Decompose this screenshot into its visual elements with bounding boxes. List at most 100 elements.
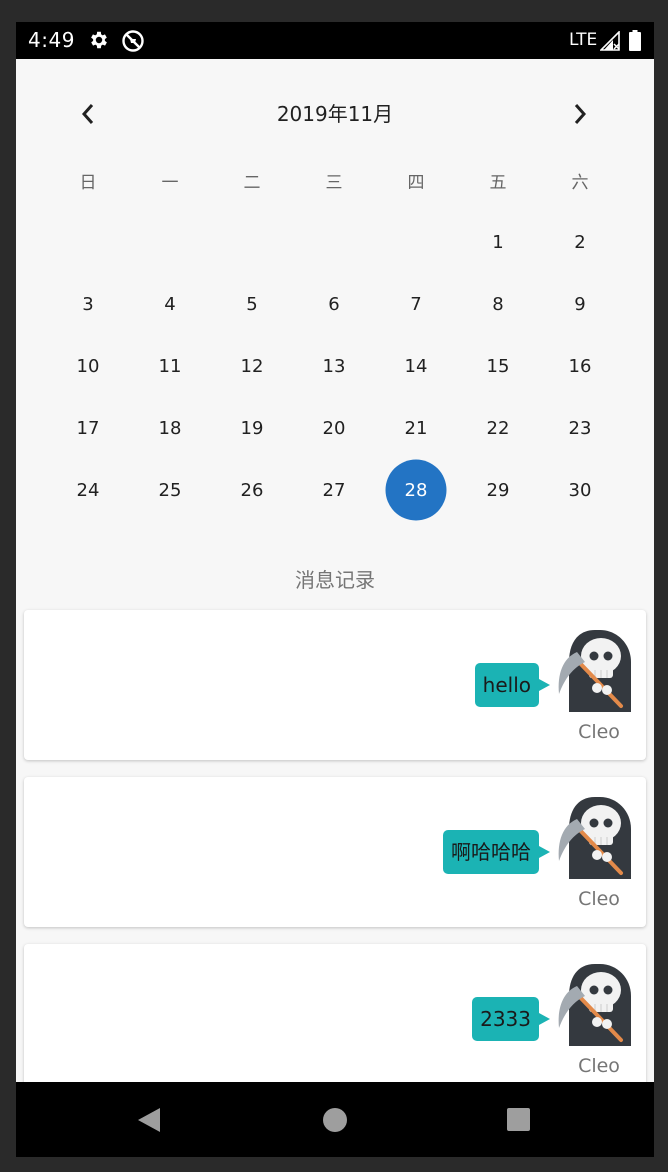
calendar-day-number: 21 bbox=[404, 417, 428, 439]
weekday-label: 日 bbox=[79, 173, 97, 193]
message-card[interactable]: 2333 Cleo bbox=[24, 944, 646, 1094]
calendar-day-number: 19 bbox=[240, 417, 264, 439]
calendar-day[interactable]: 8 bbox=[457, 273, 539, 335]
gear-icon bbox=[91, 31, 107, 49]
weekday-label: 五 bbox=[489, 173, 507, 193]
calendar-day-number: 15 bbox=[486, 355, 510, 377]
battery-icon bbox=[629, 30, 641, 51]
message-sender-name: Cleo bbox=[578, 1055, 620, 1077]
calendar-day-number: 25 bbox=[158, 479, 182, 501]
message-sender-name: Cleo bbox=[578, 888, 620, 910]
calendar-day-number: 28 bbox=[404, 479, 428, 501]
calendar-day[interactable]: 23 bbox=[539, 397, 621, 459]
calendar-day-number: 29 bbox=[486, 479, 510, 501]
next-month-button[interactable] bbox=[565, 99, 595, 129]
calendar-day-selected[interactable]: 28 bbox=[375, 459, 457, 521]
calendar-day-number: 13 bbox=[322, 355, 346, 377]
calendar-day[interactable]: 16 bbox=[539, 335, 621, 397]
weekday-label: 六 bbox=[571, 173, 589, 193]
calendar-day[interactable]: 15 bbox=[457, 335, 539, 397]
calendar-day-number: 11 bbox=[158, 355, 182, 377]
calendar-day-number: 10 bbox=[76, 355, 100, 377]
calendar-day[interactable]: 20 bbox=[293, 397, 375, 459]
calendar-blank-cell bbox=[375, 211, 457, 273]
calendar-day[interactable]: 11 bbox=[129, 335, 211, 397]
reaper-avatar-icon bbox=[558, 964, 631, 1046]
bubble-tail bbox=[539, 846, 550, 858]
calendar-day-number: 14 bbox=[404, 355, 428, 377]
calendar-day[interactable]: 2 bbox=[539, 211, 621, 273]
calendar-blank-cell bbox=[211, 211, 293, 273]
calendar-day[interactable]: 1 bbox=[457, 211, 539, 273]
calendar-day[interactable]: 4 bbox=[129, 273, 211, 335]
calendar-day[interactable]: 22 bbox=[457, 397, 539, 459]
calendar-day-number: 7 bbox=[410, 293, 422, 315]
dnd-icon bbox=[122, 30, 144, 52]
calendar-day-number: 20 bbox=[322, 417, 346, 439]
message-card[interactable]: hello Cleo bbox=[24, 610, 646, 760]
network-type: LTE bbox=[569, 30, 598, 50]
calendar-blank-cell bbox=[293, 211, 375, 273]
calendar-day-number: 6 bbox=[328, 293, 340, 315]
calendar-blank-cell bbox=[47, 211, 129, 273]
back-icon[interactable] bbox=[136, 1106, 162, 1134]
calendar-day[interactable]: 29 bbox=[457, 459, 539, 521]
message-list: hello Cleo 啊哈哈哈 Cleo 2333 Cleo bbox=[24, 610, 646, 1111]
calendar-day[interactable]: 13 bbox=[293, 335, 375, 397]
calendar-day[interactable]: 25 bbox=[129, 459, 211, 521]
calendar-day[interactable]: 9 bbox=[539, 273, 621, 335]
signal-icon bbox=[600, 31, 620, 51]
calendar-day-number: 22 bbox=[486, 417, 510, 439]
calendar-day[interactable]: 26 bbox=[211, 459, 293, 521]
status-bar: 4:49 LTE bbox=[16, 22, 654, 59]
calendar-day-number: 5 bbox=[246, 293, 258, 315]
calendar-day[interactable]: 12 bbox=[211, 335, 293, 397]
bubble-tail bbox=[539, 679, 550, 691]
reaper-avatar-icon bbox=[558, 797, 631, 879]
message-sender-name: Cleo bbox=[578, 721, 620, 743]
home-icon[interactable] bbox=[323, 1108, 347, 1132]
calendar-day-number: 12 bbox=[240, 355, 264, 377]
calendar-day[interactable]: 21 bbox=[375, 397, 457, 459]
calendar-grid: 1 2 3 4 5 6 7 8 9 10 11 12 13 14 15 16 17 18 19 20 21 22 23 24 2… bbox=[47, 211, 623, 521]
calendar: 2019年11月 日 一 二 三 四 五 六 1 2 3 4 5 6 7 8 9 10 11 12 13… bbox=[16, 59, 654, 549]
message-bubble: 啊哈哈哈 bbox=[443, 830, 539, 874]
calendar-day-number: 16 bbox=[568, 355, 592, 377]
bubble-tail bbox=[539, 1013, 550, 1025]
calendar-day-number: 8 bbox=[492, 293, 504, 315]
calendar-day[interactable]: 17 bbox=[47, 397, 129, 459]
chevron-right-icon bbox=[574, 104, 587, 124]
calendar-day-number: 4 bbox=[164, 293, 176, 315]
calendar-day[interactable]: 27 bbox=[293, 459, 375, 521]
navigation-bar bbox=[16, 1082, 654, 1157]
calendar-day-number: 1 bbox=[492, 231, 504, 253]
recents-icon[interactable] bbox=[507, 1108, 530, 1131]
calendar-day[interactable]: 7 bbox=[375, 273, 457, 335]
calendar-day-number: 26 bbox=[240, 479, 264, 501]
calendar-day[interactable]: 14 bbox=[375, 335, 457, 397]
calendar-day-number: 3 bbox=[82, 293, 94, 315]
calendar-day-number: 9 bbox=[574, 293, 586, 315]
calendar-day-number: 18 bbox=[158, 417, 182, 439]
calendar-blank-cell bbox=[129, 211, 211, 273]
calendar-day[interactable]: 10 bbox=[47, 335, 129, 397]
calendar-day[interactable]: 5 bbox=[211, 273, 293, 335]
weekday-label: 二 bbox=[243, 173, 261, 193]
calendar-day[interactable]: 30 bbox=[539, 459, 621, 521]
message-bubble: hello bbox=[474, 663, 539, 707]
calendar-day-number: 27 bbox=[322, 479, 346, 501]
status-time: 4:49 bbox=[28, 28, 75, 52]
reaper-avatar-icon bbox=[558, 630, 631, 712]
message-card[interactable]: 啊哈哈哈 Cleo bbox=[24, 777, 646, 927]
calendar-day[interactable]: 6 bbox=[293, 273, 375, 335]
calendar-day[interactable]: 3 bbox=[47, 273, 129, 335]
weekday-label: 一 bbox=[161, 173, 179, 193]
message-bubble: 2333 bbox=[472, 997, 539, 1041]
calendar-day[interactable]: 19 bbox=[211, 397, 293, 459]
calendar-day-number: 23 bbox=[568, 417, 592, 439]
calendar-day-number: 30 bbox=[568, 479, 592, 501]
calendar-day[interactable]: 18 bbox=[129, 397, 211, 459]
calendar-month-title: 2019年11月 bbox=[276, 102, 394, 126]
calendar-day[interactable]: 24 bbox=[47, 459, 129, 521]
message-history-title: 消息记录 bbox=[295, 568, 375, 592]
